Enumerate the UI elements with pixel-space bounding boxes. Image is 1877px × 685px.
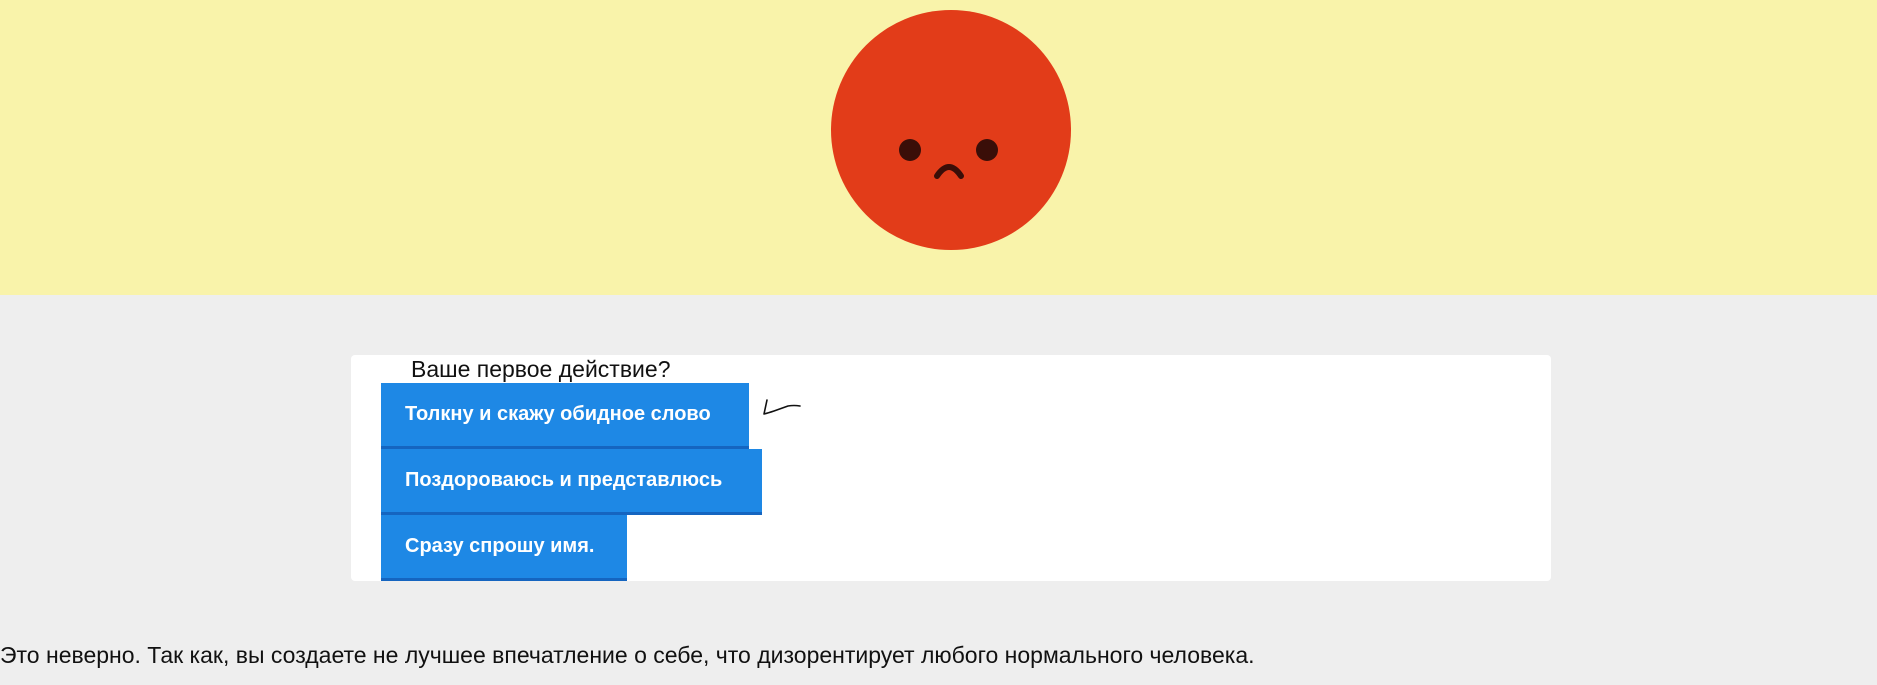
cursor-scribble-icon [763, 399, 801, 415]
hero-banner [0, 0, 1877, 295]
answer-button-push[interactable]: Толкну и скажу обидное слово [381, 383, 749, 449]
sad-face-icon [831, 10, 1071, 250]
quiz-panel: Ваше первое действие? Толкну и скажу оби… [351, 355, 1551, 581]
answer-button-greet[interactable]: Поздороваюсь и представлюсь [381, 449, 762, 515]
answer-button-ask-name[interactable]: Сразу спрошу имя. [381, 515, 627, 581]
feedback-message: Это неверно. Так как, вы создаете не луч… [0, 642, 1255, 668]
question-label: Ваше первое действие? [411, 356, 671, 382]
